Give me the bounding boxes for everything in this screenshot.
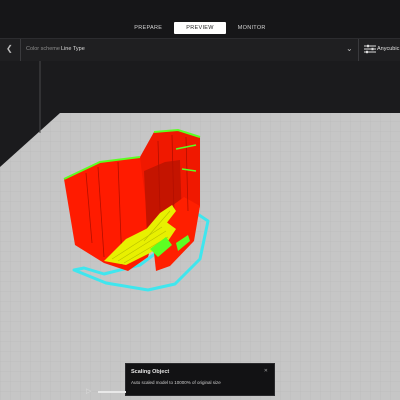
message-title: Scaling Object: [131, 369, 170, 375]
stage-menu: ❮ Color scheme Line Type ⌄ Anycubic: [0, 38, 400, 62]
print-settings-icon[interactable]: [364, 44, 376, 54]
app-header: PREPARE PREVIEW MONITOR: [0, 0, 400, 38]
divider: [20, 39, 21, 61]
printer-selector[interactable]: Anycubic: [377, 46, 399, 52]
path-slider[interactable]: [98, 391, 126, 393]
3d-viewport[interactable]: [0, 61, 400, 400]
chevron-down-icon[interactable]: ⌄: [346, 44, 353, 53]
tab-monitor[interactable]: MONITOR: [226, 22, 278, 34]
stage-tabs: PREPARE PREVIEW MONITOR: [0, 22, 400, 34]
color-scheme-dropdown[interactable]: Line Type: [61, 46, 85, 52]
close-icon[interactable]: ✕: [264, 368, 268, 374]
color-scheme-label: Color scheme: [26, 46, 60, 52]
play-icon[interactable]: ▷: [86, 387, 91, 395]
tab-prepare[interactable]: PREPARE: [122, 22, 174, 34]
chevron-left-icon[interactable]: ❮: [6, 44, 13, 53]
layer-playback-bar: ▷: [82, 385, 392, 397]
divider: [358, 39, 359, 61]
tab-preview[interactable]: PREVIEW: [174, 22, 226, 34]
